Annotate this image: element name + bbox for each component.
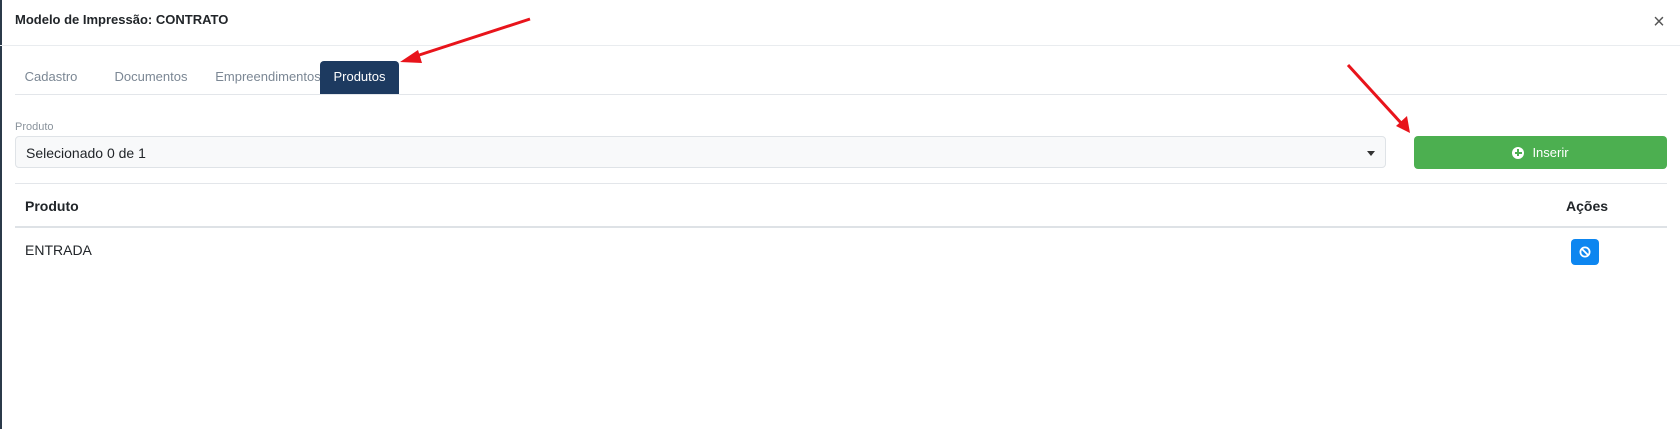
table-header-divider <box>15 226 1667 228</box>
ban-icon <box>1579 246 1591 258</box>
caret-down-icon <box>1367 151 1375 156</box>
left-edge-border <box>0 0 2 429</box>
select-value: Selecionado 0 de 1 <box>26 145 146 161</box>
table-row-product: ENTRADA <box>25 242 92 258</box>
plus-circle-icon <box>1512 146 1525 159</box>
tab-produtos[interactable]: Produtos <box>320 61 399 94</box>
tab-cadastro[interactable]: Cadastro <box>15 61 87 93</box>
tab-bar: Cadastro Documentos Empreendimentos Prod… <box>15 61 1667 95</box>
tab-documentos[interactable]: Documentos <box>105 61 197 93</box>
modal-title: Modelo de Impressão: CONTRATO <box>15 12 229 27</box>
tab-empreendimentos[interactable]: Empreendimentos <box>203 61 333 93</box>
table-top-divider <box>15 183 1667 184</box>
close-icon: × <box>1653 11 1665 33</box>
insert-button[interactable]: Inserir <box>1414 136 1667 169</box>
close-button[interactable]: × <box>1650 11 1668 33</box>
remove-product-button[interactable] <box>1571 239 1599 265</box>
column-header-product: Produto <box>25 198 79 214</box>
modal-header: Modelo de Impressão: CONTRATO × <box>0 0 1680 46</box>
product-field-label: Produto <box>15 121 54 133</box>
insert-button-label: Inserir <box>1532 145 1569 160</box>
product-select[interactable]: Selecionado 0 de 1 <box>15 136 1386 168</box>
column-header-actions: Ações <box>1566 198 1609 214</box>
